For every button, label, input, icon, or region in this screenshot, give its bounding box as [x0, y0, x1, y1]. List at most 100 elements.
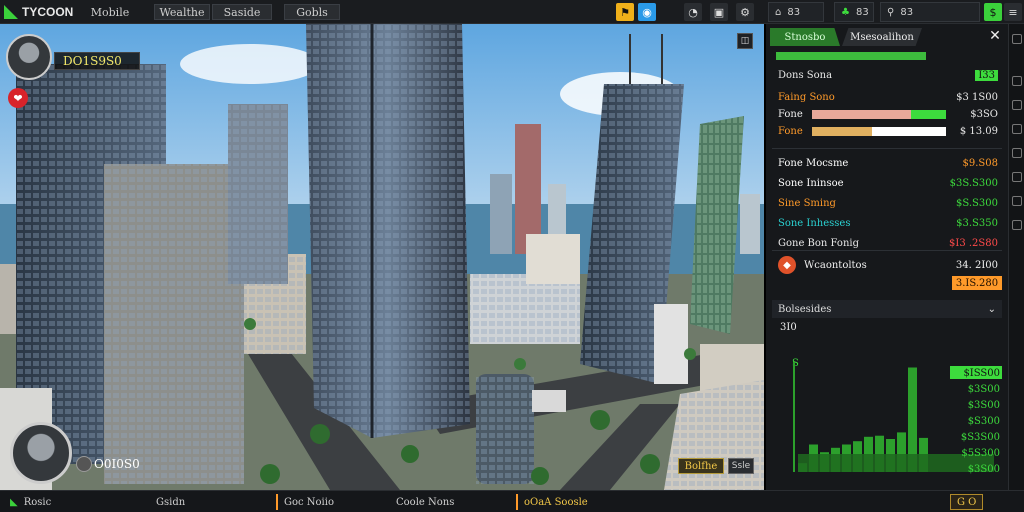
rival-avatar[interactable] — [10, 422, 72, 484]
distant-tower — [740, 194, 760, 254]
bottom-item-goc[interactable]: Goc Noiio — [276, 494, 340, 510]
stat-label: Faing Sono — [778, 91, 835, 103]
finance-label: Fone Mocsme — [778, 157, 849, 169]
chart-value-label: $S300 — [968, 416, 1000, 427]
settings-icon[interactable]: ⚙ — [736, 3, 754, 21]
finance-label: Gone Bon Fonig — [778, 237, 859, 249]
search-box[interactable]: ⚲ 83 — [880, 2, 980, 22]
bottom-item-coole[interactable]: Coole Nons — [390, 494, 460, 510]
resource-counter-1: ⌂ 83 — [768, 2, 824, 22]
finance-value: $I3 .2S80 — [949, 237, 998, 249]
bottom-item-gsidn[interactable]: Gsidn — [150, 494, 191, 510]
rail-icon[interactable] — [1012, 100, 1022, 110]
rail-icon[interactable] — [1012, 34, 1022, 44]
logo-text: TYCOON — [22, 5, 74, 19]
revenue-chart: $ISS00 $3S00 $3S00 $S300 $S3S00 $5S300 $3S00 — [793, 362, 1002, 475]
finance-row: Sone Inhesses $3.S350 — [778, 216, 998, 230]
chart-value-label: $3S00 — [968, 384, 1000, 395]
alert-sub-value[interactable]: 3.IS.280 — [952, 276, 1002, 290]
stat-value: I33 — [975, 69, 998, 81]
resource-count-2: 83 — [855, 6, 869, 18]
stat-label: Fone — [778, 108, 803, 120]
search-icon: ⚲ — [887, 6, 895, 18]
warning-icon[interactable]: ◆ — [778, 256, 796, 274]
bottom-label: Rosic — [23, 496, 52, 508]
top-bar: TYCOON Mobile Wealthe Saside Gobls ⚑ ◉ ◔… — [0, 0, 1024, 24]
tower-left-front — [104, 164, 244, 484]
close-icon[interactable]: ✕ — [988, 28, 1002, 44]
resource-count-1: 83 — [787, 6, 801, 18]
resource-counter-2: ♣ 83 — [834, 2, 874, 22]
tower-center — [306, 24, 470, 438]
chart-value-label: $ISS00 — [963, 368, 1000, 379]
menu-mobile[interactable]: Mobile — [88, 4, 132, 20]
menu-icon[interactable]: ≡ — [1004, 3, 1022, 21]
globe-icon[interactable]: ◉ — [638, 3, 656, 21]
finance-label: Sone Inhesses — [778, 217, 851, 229]
bottom-item-rosic[interactable]: ◣ Rosic — [4, 494, 57, 510]
search-value: 83 — [900, 6, 914, 18]
rail-icon[interactable] — [1012, 220, 1022, 230]
bottom-item-go[interactable]: G O — [950, 494, 984, 510]
menu-saside[interactable]: Saside — [212, 4, 272, 20]
finance-value: $9.S08 — [962, 157, 998, 169]
tree-icon: ♣ — [841, 6, 850, 18]
tower-slim — [228, 104, 288, 284]
tree — [684, 348, 696, 360]
city-scene[interactable]: DO1S9S0 ❤ ◫ O0I0S0 Bolfhe Ssle — [0, 24, 764, 490]
city-viewport[interactable] — [0, 24, 764, 490]
stats-panel: Stnosbo Msesoalihon ✕ Dons Sona I33 Fain… — [764, 24, 1008, 490]
tree — [244, 318, 256, 330]
stat-bar-fill — [812, 110, 911, 119]
money-icon[interactable]: $ — [984, 3, 1002, 21]
stat-bar-accent — [911, 110, 946, 119]
tree — [514, 358, 526, 370]
rival-status-icon — [76, 456, 92, 472]
finance-value: $S.S300 — [956, 197, 998, 209]
tab-stats[interactable]: Stnosbo — [770, 28, 840, 46]
player-money: DO1S9S0 — [54, 52, 140, 70]
finance-row: Fone Mocsme $9.S08 — [778, 156, 998, 170]
stat-bar-accent — [872, 127, 946, 136]
build-button[interactable]: Bolfhe — [678, 458, 724, 474]
expand-icon[interactable]: ◫ — [737, 33, 753, 49]
finance-value: $3S.S300 — [949, 177, 998, 189]
sell-button[interactable]: Ssle — [728, 458, 754, 474]
rail-icon[interactable] — [1012, 148, 1022, 158]
rail-icon[interactable] — [1012, 76, 1022, 86]
game-logo[interactable]: TYCOON — [4, 3, 73, 21]
rail-icon[interactable] — [1012, 196, 1022, 206]
rival-money: O0I0S0 — [94, 457, 140, 471]
stat-bar-fill — [812, 127, 872, 136]
finance-label: Sine Sming — [778, 197, 836, 209]
chart-value-label: $3S00 — [968, 400, 1000, 411]
rail-icon[interactable] — [1012, 124, 1022, 134]
alert-value: 34. 2I00 — [955, 259, 998, 271]
alert-icon[interactable]: ❤ — [8, 88, 28, 108]
progress-bar — [776, 52, 926, 60]
divider — [772, 148, 1002, 149]
camera-icon[interactable]: ▣ — [710, 3, 728, 21]
cloud — [180, 44, 320, 84]
rail-icon[interactable] — [1012, 172, 1022, 182]
menu-wealth[interactable]: Wealthe — [154, 4, 210, 20]
tab-messages[interactable]: Msesoalihon — [842, 28, 922, 46]
tower-white — [654, 304, 688, 384]
tower-round — [476, 374, 534, 484]
alert-row: Wcaontoltos 34. 2I00 — [804, 258, 998, 272]
tree — [260, 464, 280, 484]
menu-gobls[interactable]: Gobls — [284, 4, 340, 20]
chart-section-header[interactable]: Bolsesides ⌄ — [772, 300, 1002, 318]
pavilion — [532, 390, 566, 412]
chart-value-label: $5S300 — [961, 448, 1000, 459]
player-avatar[interactable] — [6, 34, 52, 80]
stat-label: Fone — [778, 125, 803, 137]
bottom-item-soosle[interactable]: oOaA Soosle — [516, 494, 594, 510]
alert-label: Wcaontoltos — [804, 259, 867, 271]
chart-icon[interactable]: ◔ — [684, 3, 702, 21]
flag-icon[interactable]: ⚑ — [616, 3, 634, 21]
tree — [531, 467, 549, 485]
stat-bar-1 — [812, 110, 946, 119]
divider — [772, 250, 1002, 251]
bottom-bar: ◣ Rosic Gsidn Goc Noiio Coole Nons oOaA … — [0, 490, 1024, 512]
